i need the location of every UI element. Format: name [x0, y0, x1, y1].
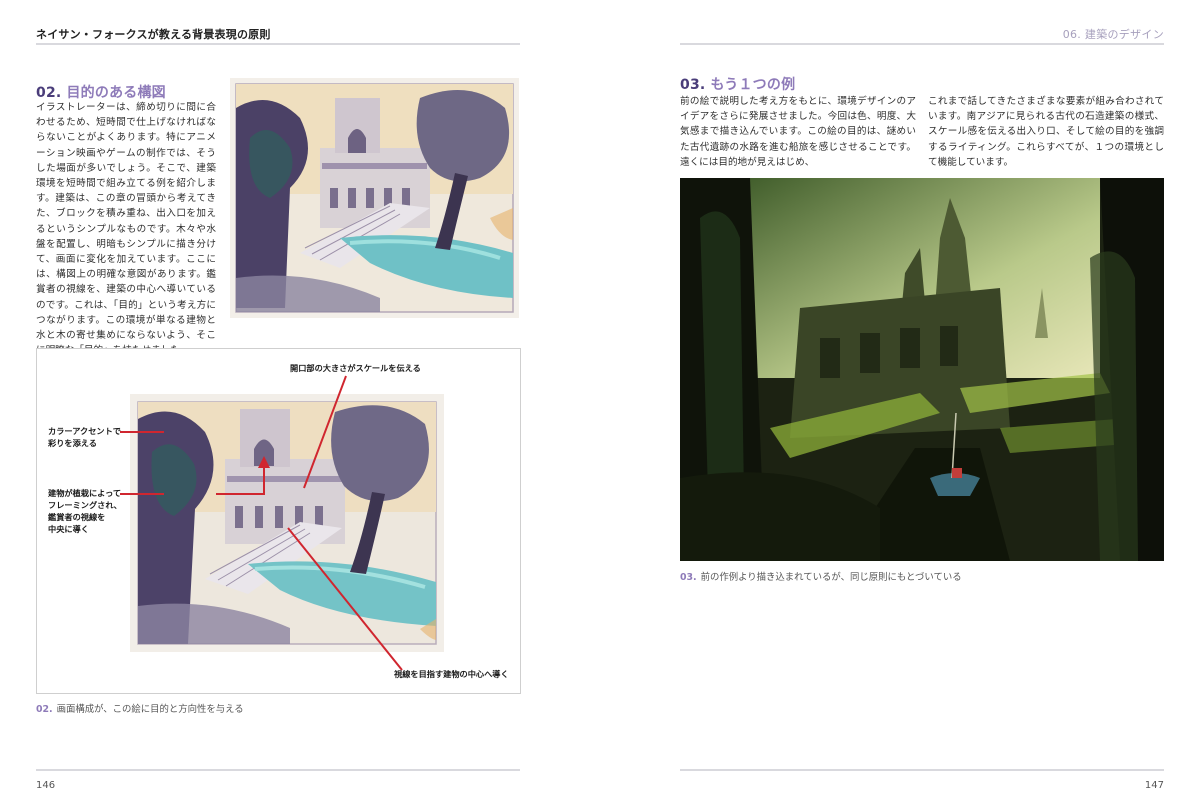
page-number-left: 146 — [36, 780, 56, 791]
section-02-title: 目的のある構図 — [66, 85, 166, 101]
caption-03-number: 03. — [680, 572, 697, 583]
sketch-illustration-small — [230, 78, 519, 318]
annotation-color-accent: カラーアクセントで 彩りを添える — [48, 426, 121, 448]
caption-03: 03. 前の作例より描き込まれているが、同じ原則にもとづいている — [680, 569, 962, 583]
section-03-heading: 03. もう１つの例 — [680, 74, 795, 94]
running-header-left: ネイサン・フォークスが教える背景表現の原則 — [36, 28, 271, 41]
annotation-framing: 建物が植栽によって フレーミングされ、 鑑賞者の視線を 中央に導く — [48, 488, 122, 534]
section-02-number: 02. — [36, 85, 62, 101]
section-03-column-2: これまで話してきたさまざまな要素が組み合わされています。南アジアに見られる古代の… — [928, 96, 1164, 168]
section-03-number: 03. — [680, 77, 706, 93]
arrowhead-up-icon — [258, 456, 270, 468]
caption-02-number: 02. — [36, 704, 53, 715]
caption-02: 02. 画面構成が、この絵に目的と方向性を与える — [36, 701, 244, 715]
section-02-heading: 02. 目的のある構図 — [36, 82, 166, 102]
header-rule-right — [680, 43, 1164, 45]
sketch-small-svg — [230, 78, 519, 318]
section-02-paragraph: イラストレーターは、締め切りに間に合わせるため、短時間で仕上げなければならないこ… — [36, 102, 216, 356]
arrow-opening-scale — [303, 375, 347, 489]
arrow-center-up — [216, 466, 265, 495]
section-03-column-1: 前の絵で説明した考え方をもとに、環境デザインのアイデアをさらに発展させました。今… — [680, 96, 916, 168]
running-header-right: 06. 建築のデザイン — [1062, 28, 1164, 41]
painting-ancient-waterway — [680, 178, 1164, 561]
caption-03-text: 前の作例より描き込まれているが、同じ原則にもとづいている — [700, 572, 962, 583]
annotation-guide: 視線を目指す建物の中心へ導く — [394, 669, 509, 679]
caption-02-text: 画面構成が、この絵に目的と方向性を与える — [56, 704, 244, 715]
page-number-right: 147 — [1144, 780, 1164, 791]
section-03-title: もう１つの例 — [710, 77, 796, 93]
footer-rule-right — [680, 769, 1164, 771]
footer-rule-left — [36, 769, 520, 771]
arrow-guide-line — [287, 527, 403, 671]
header-rule-left — [36, 43, 520, 45]
painting-svg — [680, 178, 1164, 561]
annotation-opening-scale: 開口部の大きさがスケールを伝える — [290, 363, 421, 373]
